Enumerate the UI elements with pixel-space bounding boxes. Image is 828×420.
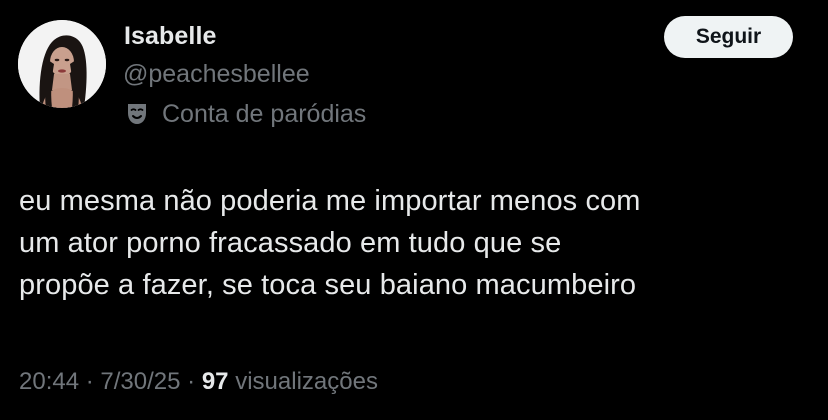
tweet-text: eu mesma não poderia me importar menos c… — [19, 180, 809, 306]
tweet-text-line: propõe a fazer, se toca seu baiano macum… — [19, 269, 637, 301]
parody-account-label: Conta de paródias — [124, 98, 366, 130]
tweet-text-line: um ator porno fracassado em tudo que se — [19, 227, 562, 259]
meta-separator: · — [85, 368, 94, 395]
views-count[interactable]: 97 — [202, 368, 229, 395]
author-display-name[interactable]: Isabelle — [124, 22, 217, 51]
author-handle[interactable]: @peachesbellee — [123, 60, 310, 89]
meta-separator: · — [187, 368, 196, 395]
tweet-text-line: eu mesma não poderia me importar menos c… — [19, 185, 641, 217]
follow-button[interactable]: Seguir — [664, 16, 793, 58]
tweet-date[interactable]: 7/30/25 — [100, 368, 180, 395]
tweet-time[interactable]: 20:44 — [19, 368, 79, 395]
parody-label-text: Conta de paródias — [162, 99, 367, 128]
views-label[interactable]: visualizações — [235, 368, 378, 395]
tweet-meta: 20:44 · 7/30/25 · 97 visualizações — [19, 368, 378, 396]
avatar[interactable] — [18, 20, 106, 108]
theater-masks-icon — [124, 101, 150, 127]
